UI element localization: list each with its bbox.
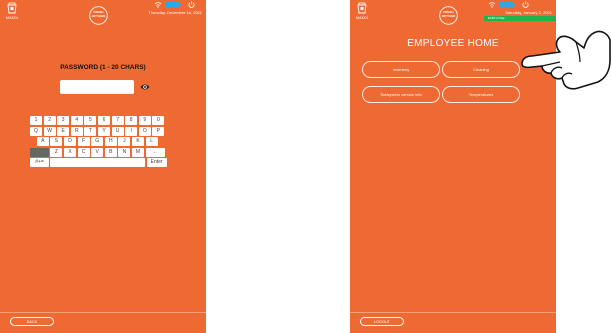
inventory-button[interactable]: Inventory (362, 61, 440, 78)
subsystem-version-info-button[interactable]: Subsystem version info (362, 86, 440, 103)
key[interactable]: G (91, 137, 104, 146)
keyboard-row-numbers: 1 2 3 4 5 6 7 8 9 0 (30, 116, 167, 126)
key[interactable]: 2 (43, 116, 56, 125)
space-key[interactable] (50, 158, 146, 167)
machine-icon (7, 2, 17, 14)
shift-key[interactable] (30, 147, 49, 157)
key[interactable]: F (77, 137, 90, 146)
key[interactable]: L (145, 137, 158, 146)
key[interactable]: V (91, 147, 104, 157)
machine-label: MAKDI (6, 16, 19, 20)
power-icon[interactable] (188, 1, 195, 8)
enter-key[interactable]: Enter (146, 158, 167, 167)
top-bar: MAKDI FRESH OPTIONS Saturday, January 2,… (350, 0, 556, 25)
key[interactable]: Y (98, 126, 110, 136)
logo-icon: FRESH OPTIONS (89, 6, 108, 25)
key[interactable]: C (77, 147, 90, 157)
key[interactable]: U (111, 126, 124, 136)
pointing-hand-icon (521, 30, 611, 90)
wifi-icon (488, 2, 496, 8)
key[interactable]: D (64, 137, 76, 146)
top-bar: MAKDI FRESH OPTIONS Thursday, December 1… (0, 0, 206, 25)
key[interactable]: 5 (84, 116, 97, 125)
key[interactable]: 1 (30, 116, 42, 125)
key[interactable]: 4 (70, 116, 83, 125)
machine-icon (357, 2, 367, 14)
key[interactable]: 8 (125, 116, 138, 125)
eye-icon[interactable] (140, 83, 150, 91)
key[interactable]: I (125, 126, 138, 136)
key[interactable]: 0 (152, 116, 165, 125)
power-icon[interactable] (522, 1, 529, 8)
key[interactable]: A (36, 137, 49, 146)
key[interactable]: O (138, 126, 151, 136)
key[interactable]: Q (30, 126, 42, 136)
cleaning-button[interactable]: Cleaning (442, 61, 520, 78)
battery-icon (499, 2, 515, 8)
key[interactable]: J (118, 137, 131, 146)
temperatures-button[interactable]: Temperatures (442, 86, 520, 103)
key[interactable]: H (104, 137, 117, 146)
machine-label: MAKDI (356, 16, 369, 20)
key[interactable]: 7 (111, 116, 124, 125)
password-screen: MAKDI FRESH OPTIONS Thursday, December 1… (0, 0, 206, 333)
logo-text: FRESH OPTIONS (91, 10, 106, 18)
key[interactable]: R (70, 126, 83, 136)
key[interactable]: X (64, 147, 76, 157)
key[interactable]: 6 (98, 116, 110, 125)
logout-button[interactable]: LOGOUT (360, 317, 404, 326)
divider (350, 312, 556, 313)
key[interactable]: W (43, 126, 56, 136)
password-input[interactable] (60, 80, 134, 94)
date-text: Thursday, December 16, 2021 (148, 10, 202, 15)
key[interactable]: E (57, 126, 70, 136)
keyboard-row-space: #+= Enter (30, 158, 167, 168)
key[interactable]: B (104, 147, 117, 157)
logo-text: FRESH OPTIONS (441, 10, 456, 18)
role-badge: EMPLOYEE (484, 16, 556, 21)
key[interactable]: S (50, 137, 63, 146)
key[interactable]: T (84, 126, 97, 136)
key[interactable]: M (132, 147, 144, 157)
key[interactable]: Z (50, 147, 63, 157)
battery-icon (165, 2, 181, 8)
keyboard-row-home: A S D F G H J K L (30, 137, 167, 147)
keyboard-row-bottom: Z X C V B N M ← (30, 147, 167, 158)
backspace-key[interactable]: ← (145, 147, 165, 157)
key[interactable]: P (152, 126, 165, 136)
key[interactable]: 3 (57, 116, 70, 125)
symbols-key[interactable]: #+= (30, 158, 49, 167)
wifi-icon (154, 2, 162, 8)
back-button[interactable]: BACK (10, 317, 54, 326)
key[interactable]: K (132, 137, 144, 146)
logo-icon: FRESH OPTIONS (439, 6, 458, 25)
key[interactable]: N (118, 147, 131, 157)
password-title: PASSWORD (1 - 20 CHARS) (60, 64, 146, 71)
date-text: Saturday, January 2, 2021 (505, 10, 552, 15)
divider (0, 312, 206, 313)
key[interactable]: 9 (138, 116, 151, 125)
keyboard-row-qwerty: Q W E R T Y U I O P (30, 126, 167, 137)
